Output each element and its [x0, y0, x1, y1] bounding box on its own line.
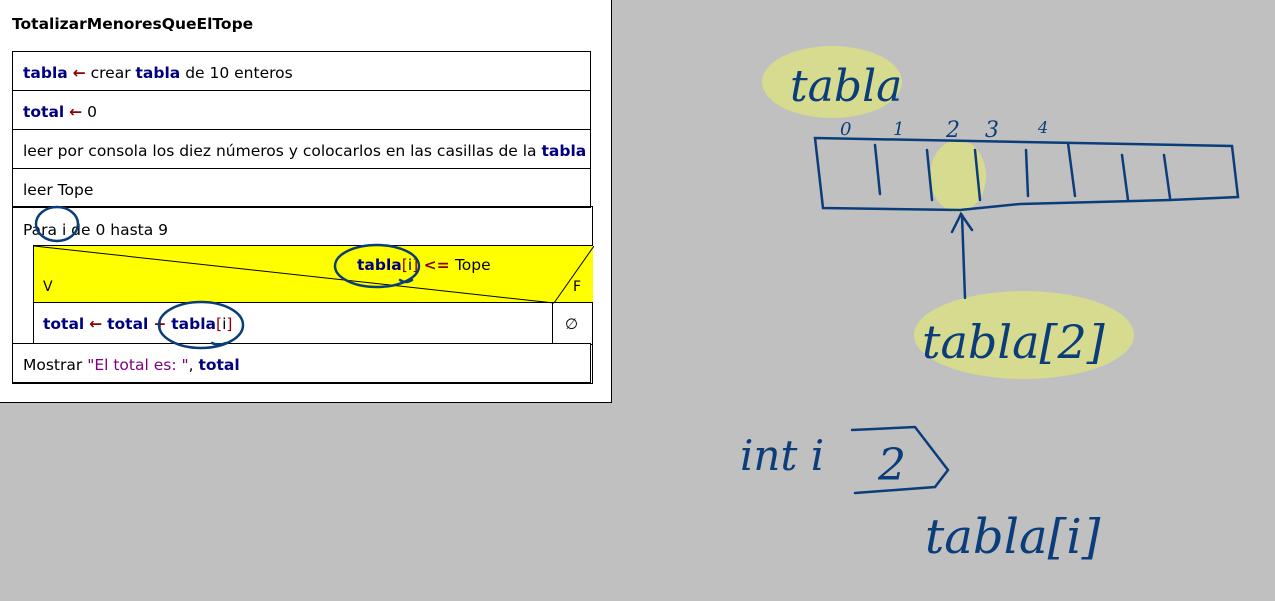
keyword: total — [107, 315, 149, 333]
condition-diagonals — [34, 246, 594, 304]
keyword: total — [198, 356, 240, 374]
true-label: V — [43, 279, 53, 295]
true-branch: total ← total + tabla[i] — [43, 315, 232, 333]
text: de 10 enteros — [180, 64, 293, 82]
label-tabla-index: tabla[2] — [922, 315, 1105, 369]
step-create-table: tabla ← crear tabla de 10 enteros — [12, 51, 591, 91]
array-divider — [1162, 153, 1172, 200]
array-divider — [1066, 141, 1077, 198]
array-divider — [1120, 153, 1130, 202]
text: 0 — [82, 103, 97, 121]
step-read-tope: leer Tope — [12, 168, 591, 208]
bracket: ] — [226, 315, 233, 333]
text: Mostrar — [23, 356, 88, 374]
keyword: total — [23, 103, 65, 121]
highlight-tabla-2 — [914, 291, 1134, 379]
pointer-arrow — [960, 213, 967, 300]
assign-arrow: ← — [72, 64, 86, 82]
keyword: tabla — [23, 64, 68, 82]
text: , — [188, 356, 199, 374]
step-read-numbers: leer por consola los diez números y colo… — [12, 129, 591, 169]
step-output: Mostrar "El total es: ", total — [12, 343, 591, 383]
keyword: total — [43, 315, 85, 333]
condition-block: tabla[i] <= Tope V F — [33, 245, 594, 304]
keyword: tabla — [357, 256, 402, 274]
branches: total ← total + tabla[i] ∅ — [33, 303, 593, 345]
string-literal: "El total es: " — [87, 356, 189, 374]
condition-text: tabla[i] <= Tope — [357, 256, 491, 274]
false-branch-empty: ∅ — [565, 315, 579, 333]
index-label: 2 — [945, 118, 960, 143]
text: Tope — [454, 256, 491, 274]
array-divider — [1024, 148, 1030, 198]
label-int-i: int i — [740, 431, 824, 480]
operator: <= — [418, 256, 455, 274]
arrow-head — [950, 211, 974, 234]
assign-arrow: ← — [89, 315, 103, 333]
index-label: 4 — [1037, 118, 1048, 137]
text: crear — [85, 64, 136, 82]
keyword: tabla — [541, 142, 587, 160]
loop-label: Para i de 0 hasta 9 — [23, 221, 169, 239]
text: leer por consola los diez números y colo… — [23, 142, 542, 160]
variable-box — [850, 425, 950, 495]
index-label: 0 — [840, 119, 851, 140]
index-label: 3 — [985, 118, 999, 143]
array-outline — [813, 136, 1240, 212]
highlight-cell-2 — [930, 140, 986, 212]
step-init-total: total ← 0 — [12, 90, 591, 130]
label-int-value: 2 — [877, 440, 906, 491]
keyword: tabla — [171, 315, 216, 333]
index-label: 1 — [893, 119, 904, 140]
label-tabla-i: tabla[i] — [925, 509, 1101, 565]
text: leer Tope — [23, 181, 94, 199]
assign-arrow: ← — [69, 103, 83, 121]
array-divider — [873, 143, 882, 196]
keyword: tabla — [135, 64, 181, 82]
array-divider — [973, 148, 982, 202]
operator: + — [153, 315, 167, 333]
branch-separator — [552, 303, 553, 345]
false-label: F — [573, 279, 582, 295]
highlight-tabla — [762, 46, 902, 118]
array-divider — [925, 148, 934, 202]
label-tabla: tabla — [790, 61, 902, 112]
diagram-panel: TotalizarMenoresQueElTope tabla ← crear … — [0, 0, 612, 403]
diagram-title: TotalizarMenoresQueElTope — [12, 15, 254, 33]
